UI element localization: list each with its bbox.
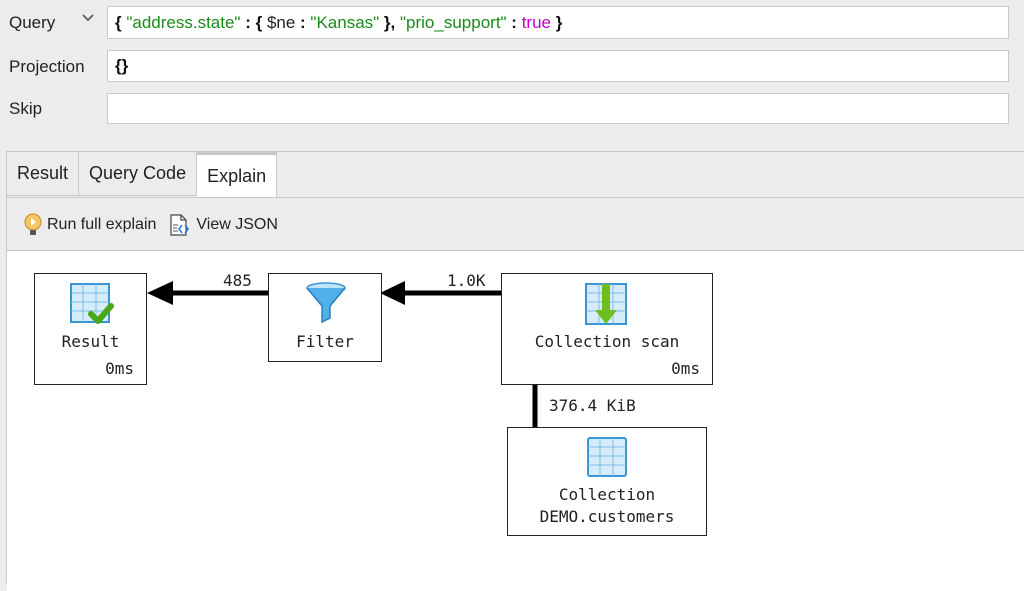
plan-node-collection-scan-title: Collection scan	[534, 332, 680, 351]
edge-label-485: 485	[223, 271, 252, 290]
projection-label: Projection	[9, 57, 85, 76]
projection-input[interactable]: {}	[107, 50, 1009, 82]
chevron-down-icon[interactable]	[80, 12, 96, 24]
plan-node-result[interactable]: Result 0ms	[34, 273, 147, 385]
query-token: "address.state"	[126, 12, 241, 32]
explain-toolbar: Run full explain View JSON	[7, 197, 1024, 251]
plan-node-collection-scan-time: 0ms	[671, 359, 700, 378]
run-full-explain-button[interactable]: Run full explain	[23, 213, 156, 237]
tab-bar: Result Query Code Explain	[7, 152, 278, 198]
query-input[interactable]: { "address.state" : { $ne : "Kansas" }, …	[107, 6, 1009, 39]
table-check-icon	[70, 283, 114, 324]
lightbulb-play-icon	[24, 213, 42, 235]
plan-node-result-title: Result	[61, 332, 120, 351]
tab-explain[interactable]: Explain	[197, 152, 278, 198]
table-scan-icon	[585, 283, 627, 325]
tab-result[interactable]: Result	[7, 152, 80, 196]
query-token: :	[506, 12, 522, 32]
view-json-button[interactable]: View JSON	[168, 213, 278, 237]
query-token: $ne	[266, 12, 296, 32]
plan-node-collection-scan[interactable]: Collection scan 0ms	[501, 273, 713, 385]
funnel-icon	[306, 282, 346, 324]
plan-node-collection-title: Collection	[558, 485, 656, 504]
query-token: :	[240, 12, 256, 32]
query-token: {	[255, 12, 267, 32]
query-token: :	[295, 12, 311, 32]
tab-query-code[interactable]: Query Code	[79, 152, 198, 196]
explain-plan-canvas: 485 1.0K 376.4 KiB Result 0ms Filter Col…	[7, 250, 1024, 591]
query-label: Query	[9, 13, 56, 32]
query-token: {	[115, 12, 127, 32]
plan-node-filter[interactable]: Filter	[268, 273, 382, 362]
query-token: true	[521, 12, 551, 32]
edge-label-size: 376.4 KiB	[549, 396, 636, 415]
json-document-icon	[170, 213, 190, 236]
query-token: }	[550, 12, 563, 32]
plan-node-result-time: 0ms	[105, 359, 134, 378]
results-panel: Result Query Code Explain Run full expla…	[6, 151, 1024, 591]
plan-node-collection[interactable]: Collection DEMO.customers	[507, 427, 707, 536]
plan-node-collection-name: DEMO.customers	[539, 507, 675, 526]
table-icon	[587, 437, 627, 477]
view-json-label: View JSON	[196, 215, 278, 233]
query-token: "Kansas"	[310, 12, 380, 32]
edge-label-1k: 1.0K	[447, 271, 486, 290]
query-token: "prio_support"	[400, 12, 507, 32]
plan-node-filter-title: Filter	[296, 332, 354, 351]
skip-input[interactable]	[107, 93, 1009, 124]
run-full-explain-label: Run full explain	[47, 215, 157, 233]
skip-label: Skip	[9, 99, 43, 118]
query-token: },	[379, 12, 400, 32]
projection-value: {}	[115, 56, 129, 75]
